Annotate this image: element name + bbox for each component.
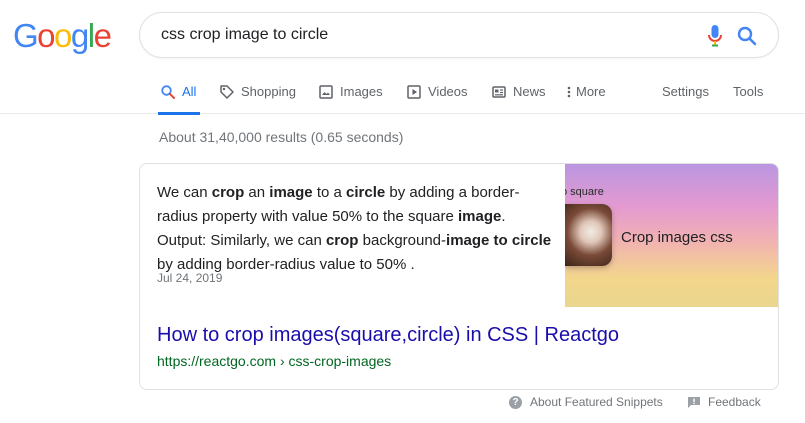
thumbnail-food-image [565,204,612,266]
snippet-part-bold: crop [211,184,245,201]
image-icon [319,85,333,99]
tab-label: News [513,84,546,99]
tab-videos[interactable]: Videos [406,82,468,114]
about-featured-snippets[interactable]: ? About Featured Snippets [509,395,663,409]
snippet-part-bold: image [458,208,502,225]
tag-icon [220,85,234,99]
tab-label: Images [340,84,383,99]
tab-images[interactable]: Images [318,82,383,114]
tab-label: All [182,84,197,99]
tab-tools[interactable]: Tools [733,82,763,114]
logo-letter: o [37,17,55,54]
search-icon [161,85,175,99]
search-input[interactable]: css crop image to circle [161,26,328,44]
feedback-icon [688,396,700,408]
feedback-link[interactable]: Feedback [688,395,761,409]
thumbnail-caption-top: o square [565,186,604,198]
snippet-part: to a [312,184,347,201]
tab-settings[interactable]: Settings [662,82,709,114]
snippet-part: background- [358,232,447,249]
thumbnail-caption: Crop images css [621,229,733,246]
tab-label: Videos [428,84,468,99]
tab-all[interactable]: All [158,82,201,115]
help-icon: ? [509,395,522,409]
result-url[interactable]: https://reactgo.com › css-crop-images [157,353,391,369]
search-tabs: All Shopping Images Videos News More Set… [0,82,805,115]
snippet-part-bold: image to circle [446,232,552,249]
logo-letter: G [13,17,39,54]
play-icon [407,85,421,99]
google-logo[interactable]: Google [13,17,112,55]
tab-label: Tools [733,84,764,99]
snippet-text: We can crop an image to a circle by addi… [157,181,552,277]
snippet-part-bold: crop [325,232,359,249]
result-title-link[interactable]: How to crop images(square,circle) in CSS… [157,324,619,347]
snippet-part-bold: image [269,184,313,201]
news-icon [492,86,506,98]
feedback-label: Feedback [708,395,761,409]
logo-letter: g [70,17,89,54]
logo-letter: e [93,17,112,54]
snippet-part: an [244,184,270,201]
about-label: About Featured Snippets [530,395,663,409]
active-tab-indicator [158,112,201,115]
snippet-thumbnail[interactable]: o square Crop images css [565,164,778,307]
snippet-date: Jul 24, 2019 [157,271,223,285]
more-vert-icon [567,86,571,98]
logo-letter: o [54,17,72,54]
search-box[interactable]: css crop image to circle [139,12,779,58]
tab-shopping[interactable]: Shopping [219,82,296,114]
search-icon[interactable] [736,25,758,47]
tab-label: Settings [662,84,709,99]
microphone-icon[interactable] [708,25,722,47]
featured-snippet: We can crop an image to a circle by addi… [139,163,779,390]
tab-more[interactable]: More [566,82,606,114]
snippet-part: We can [157,184,212,201]
tab-label: Shopping [241,84,296,99]
tab-label: More [576,84,606,99]
result-stats: About 31,40,000 results (0.65 seconds) [159,129,404,145]
snippet-part-bold: circle [346,184,386,201]
tab-news[interactable]: News [491,82,546,114]
